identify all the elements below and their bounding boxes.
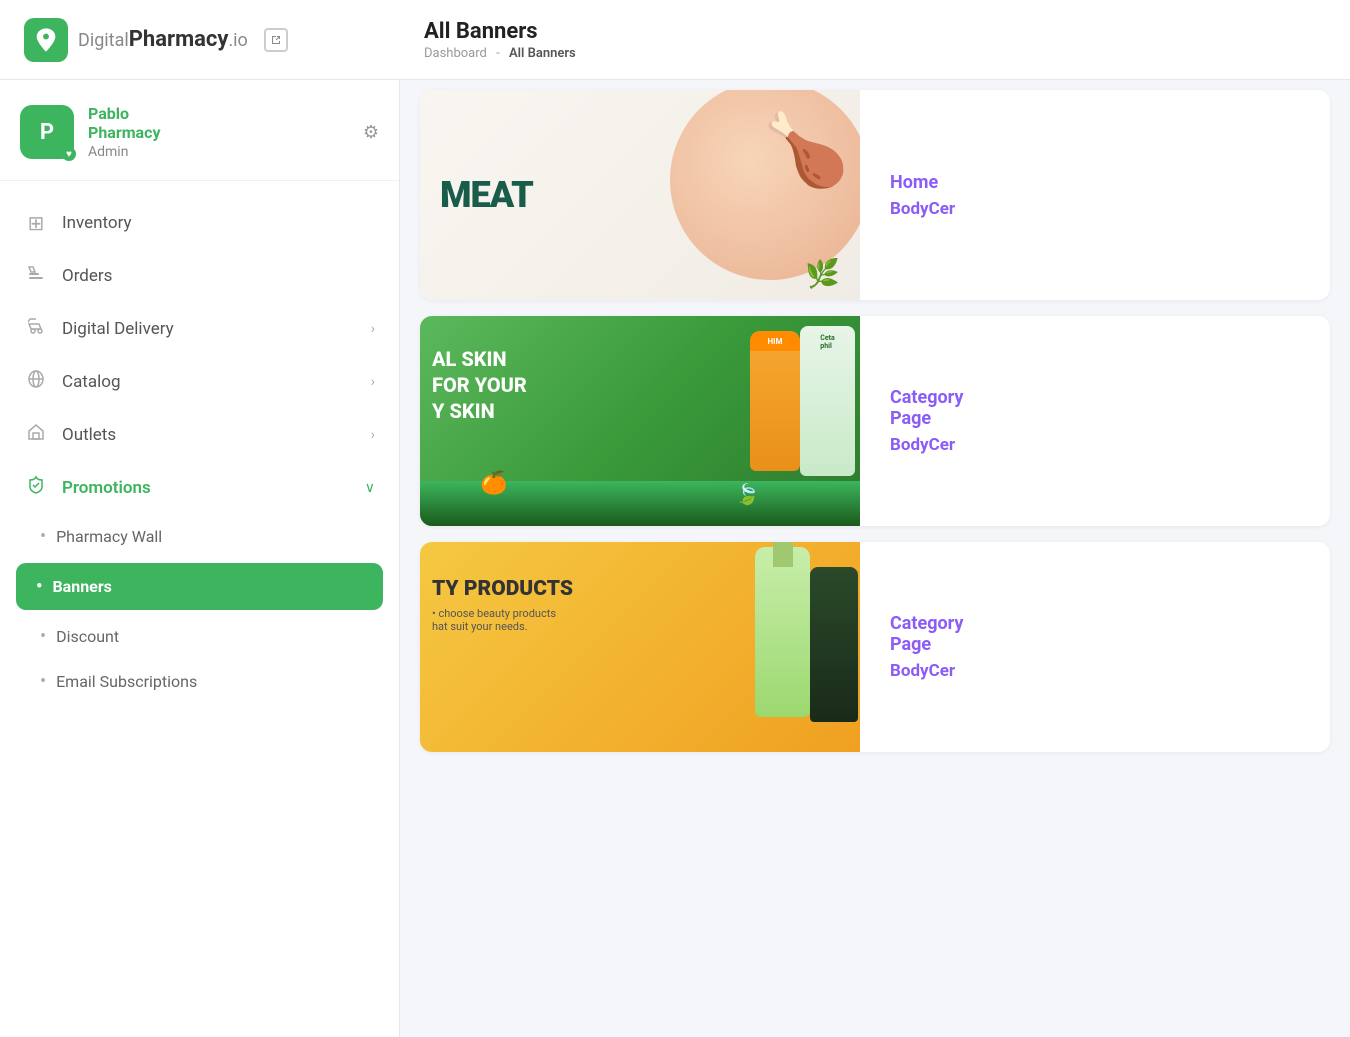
promotions-submenu: • Pharmacy Wall • Banners • Discount • E… [0,514,399,704]
header: DigitalPharmacy.io All Banners Dashboard… [0,0,1350,80]
bullet-icon: • [40,671,46,692]
banner-page-type: Category Page [890,613,1300,655]
breadcrumb: Dashboard - All Banners [424,46,576,61]
chevron-right-icon: › [371,427,375,443]
page-title-area: All Banners Dashboard - All Banners [414,19,576,61]
sidebar-item-email-subscriptions[interactable]: • Email Subscriptions [0,659,399,704]
breadcrumb-current: All Banners [509,46,576,61]
user-role: Admin [88,144,349,160]
chevron-right-icon: › [371,374,375,390]
table-row: AL SKIN FOR YOUR Y SKIN HIM Cetaphil 🍊 [420,316,1330,526]
sidebar-item-inventory[interactable]: ⊞ Inventory [0,197,399,249]
banner-list: MEAT 🍗 🌿 Home BodyCer [400,80,1350,778]
promotions-icon [24,475,48,500]
sidebar-sub-item-label: Banners [52,577,111,596]
banner-category: BodyCer [890,199,1300,219]
banner-meta: Home BodyCer [860,152,1330,239]
inventory-icon: ⊞ [24,211,48,235]
sidebar-item-pharmacy-wall[interactable]: • Pharmacy Wall [0,514,399,559]
banner-category: BodyCer [890,661,1300,681]
breadcrumb-home: Dashboard [424,46,487,61]
chevron-down-icon: ∨ [365,480,375,496]
page-title: All Banners [424,19,576,44]
banner-image-meat: MEAT 🍗 🌿 [420,90,860,300]
chevron-right-icon: › [371,321,375,337]
sidebar-item-label: Inventory [62,213,375,233]
sidebar-item-label: Promotions [62,478,351,498]
logo-icon [24,18,68,62]
sidebar-item-digital-delivery[interactable]: Digital Delivery › [0,302,399,355]
banner-meta: Category Page BodyCer [860,367,1330,475]
digital-delivery-icon [24,316,48,341]
sidebar-item-promotions[interactable]: Promotions ∨ [0,461,399,514]
sidebar-item-label: Catalog [62,372,357,392]
avatar: P [20,105,74,159]
sidebar: P Pablo Pharmacy Admin ⚙ ⊞ Inventory [0,80,400,1037]
bullet-icon: • [40,626,46,647]
user-area: P Pablo Pharmacy Admin ⚙ [0,80,399,181]
sidebar-item-label: Orders [62,266,375,286]
sidebar-nav: ⊞ Inventory Orders [0,181,399,720]
settings-icon[interactable]: ⚙ [363,122,379,143]
export-icon[interactable] [264,28,288,52]
meat-banner-text: MEAT [440,174,533,216]
banner-meta: Category Page BodyCer [860,593,1330,701]
user-info: Pablo Pharmacy Admin [88,104,349,160]
sidebar-item-catalog[interactable]: Catalog › [0,355,399,408]
table-row: TY PRODUCTS • choose beauty products hat… [420,542,1330,752]
user-name: Pablo Pharmacy [88,104,349,142]
sidebar-sub-item-label: Discount [56,627,119,646]
sidebar-item-label: Outlets [62,425,357,445]
bullet-icon: • [36,576,42,597]
catalog-icon [24,369,48,394]
bullet-icon: • [40,526,46,547]
banner-page-type: Category Page [890,387,1300,429]
layout: P Pablo Pharmacy Admin ⚙ ⊞ Inventory [0,80,1350,1037]
logo-area: DigitalPharmacy.io [24,18,414,62]
banner-image-beauty: TY PRODUCTS • choose beauty products hat… [420,542,860,752]
sidebar-item-label: Digital Delivery [62,319,357,339]
sidebar-item-discount[interactable]: • Discount [0,614,399,659]
sidebar-item-banners[interactable]: • Banners [16,563,383,610]
table-row: MEAT 🍗 🌿 Home BodyCer [420,90,1330,300]
breadcrumb-separator: - [496,46,500,61]
banner-image-skin: AL SKIN FOR YOUR Y SKIN HIM Cetaphil 🍊 [420,316,860,526]
outlets-icon [24,422,48,447]
sidebar-sub-item-label: Email Subscriptions [56,672,197,691]
orders-icon [24,263,48,288]
main-content: MEAT 🍗 🌿 Home BodyCer [400,80,1350,1037]
sidebar-item-orders[interactable]: Orders [0,249,399,302]
banner-category: BodyCer [890,435,1300,455]
logo-text: DigitalPharmacy.io [78,27,248,52]
sidebar-item-outlets[interactable]: Outlets › [0,408,399,461]
sidebar-sub-item-label: Pharmacy Wall [56,527,162,546]
banner-page-type: Home [890,172,1300,193]
